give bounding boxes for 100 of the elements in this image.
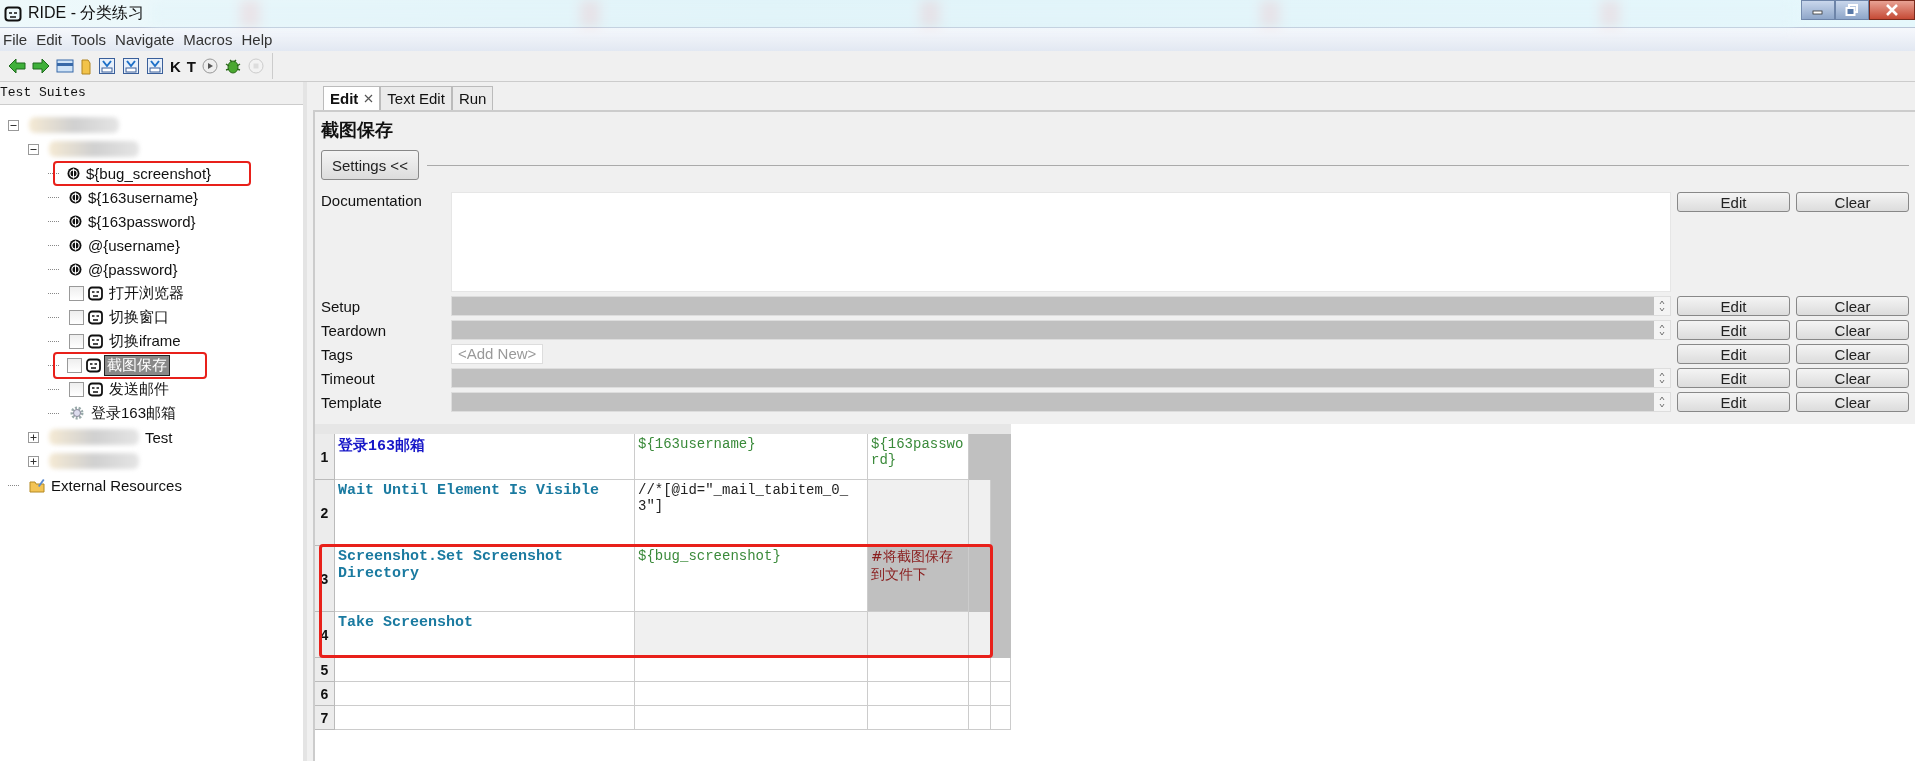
collapse-icon[interactable]	[8, 119, 19, 131]
close-icon[interactable]	[364, 94, 374, 103]
table-cell[interactable]: #将截图保存到文件下	[868, 546, 969, 612]
menu-item[interactable]: Edit	[33, 31, 69, 48]
table-cell[interactable]: //*[@id=″_mail_tabitem_0_3″]	[635, 480, 868, 546]
search-keyword-button[interactable]: T	[186, 57, 196, 75]
table-cell[interactable]	[991, 658, 1011, 682]
maximize-button[interactable]	[1835, 0, 1869, 20]
table-cell[interactable]	[635, 682, 868, 706]
tree-item[interactable]: 截图保存	[105, 355, 169, 375]
checkbox[interactable]	[69, 285, 84, 301]
folder-icon[interactable]	[80, 57, 92, 75]
table-cell[interactable]	[969, 706, 991, 730]
expand-icon[interactable]	[28, 431, 39, 443]
table-cell[interactable]	[868, 612, 969, 658]
table-cell[interactable]	[335, 658, 635, 682]
table-cell[interactable]	[635, 706, 868, 730]
table-cell[interactable]: Wait Until Element Is Visible	[335, 480, 635, 546]
checkbox[interactable]	[69, 333, 84, 349]
edit-button[interactable]: Edit	[1677, 368, 1790, 388]
checkbox[interactable]	[67, 357, 82, 373]
table-cell[interactable]	[868, 706, 969, 730]
tab[interactable]: Text Edit	[380, 86, 452, 110]
bug-icon[interactable]	[224, 57, 242, 75]
spinner-icon[interactable]	[1654, 369, 1670, 387]
expand-icon[interactable]	[28, 455, 39, 467]
tree-item[interactable]: ${163password}	[86, 212, 198, 230]
tree-item[interactable]: @{password}	[86, 260, 180, 278]
table-cell[interactable]: Screenshot.Set Screenshot Directory	[335, 546, 635, 612]
minimize-button[interactable]	[1801, 0, 1835, 20]
collapse-icon[interactable]	[28, 143, 39, 155]
spinner-icon[interactable]	[1654, 393, 1670, 411]
play-icon[interactable]	[202, 58, 218, 74]
table-cell[interactable]	[335, 682, 635, 706]
clear-button[interactable]: Clear	[1796, 296, 1909, 316]
tree-item[interactable]: Test	[143, 428, 175, 446]
tree-item[interactable]: 打开浏览器	[107, 283, 186, 303]
clear-button[interactable]: Clear	[1796, 392, 1909, 412]
edit-button[interactable]: Edit	[1677, 392, 1790, 412]
edit-button[interactable]: Edit	[1677, 296, 1790, 316]
setting-field[interactable]	[451, 368, 1671, 388]
save-icon[interactable]	[122, 57, 140, 75]
menu-item[interactable]: Navigate	[112, 31, 181, 48]
clear-button[interactable]: Clear	[1796, 320, 1909, 340]
table-cell[interactable]	[991, 706, 1011, 730]
table-cell[interactable]	[335, 706, 635, 730]
menu-item[interactable]: Tools	[68, 31, 113, 48]
tab[interactable]: Edit	[323, 86, 381, 110]
clear-button[interactable]: Clear	[1796, 344, 1909, 364]
checkbox[interactable]	[69, 381, 84, 397]
tree-item[interactable]: 发送邮件	[107, 379, 171, 399]
clear-button[interactable]: Clear	[1796, 192, 1909, 212]
forward-arrow-icon[interactable]	[32, 57, 50, 75]
setting-field[interactable]	[451, 320, 1671, 340]
edit-button[interactable]: Edit	[1677, 320, 1790, 340]
tab[interactable]: Run	[451, 86, 494, 110]
spinner-icon[interactable]	[1654, 321, 1670, 339]
close-button[interactable]	[1869, 0, 1915, 20]
save-icon[interactable]	[146, 57, 164, 75]
table-cell[interactable]	[635, 612, 868, 658]
tree-item[interactable]: 登录163邮箱	[89, 403, 179, 423]
tree-item[interactable]: 切换窗口	[107, 307, 171, 327]
edit-button[interactable]: Edit	[1677, 344, 1790, 364]
table-cell[interactable]: Take Screenshot	[335, 612, 635, 658]
checkbox[interactable]	[69, 309, 84, 325]
table-cell[interactable]	[969, 658, 991, 682]
table-cell[interactable]	[635, 658, 868, 682]
menu-item[interactable]: Macros	[180, 31, 239, 48]
table-cell[interactable]	[991, 682, 1011, 706]
table-cell[interactable]: 登录163邮箱	[335, 434, 635, 480]
edit-button[interactable]: Edit	[1677, 192, 1790, 212]
table-cell[interactable]	[969, 612, 991, 658]
save-icon[interactable]	[98, 57, 116, 75]
menu-item[interactable]: Help	[238, 31, 279, 48]
tree-item[interactable]: External Resources	[49, 476, 184, 494]
table-cell[interactable]	[969, 682, 991, 706]
menu-item[interactable]: File	[0, 31, 34, 48]
search-keyword-button[interactable]: K	[170, 57, 181, 75]
setting-field[interactable]	[451, 392, 1671, 412]
settings-toggle-button[interactable]: Settings <<	[321, 150, 419, 180]
table-cell[interactable]: ${163username}	[635, 434, 868, 480]
table-cell[interactable]	[969, 434, 991, 480]
table-cell[interactable]	[868, 658, 969, 682]
setting-field[interactable]	[451, 296, 1671, 316]
documentation-field[interactable]	[451, 192, 1671, 292]
spinner-icon[interactable]	[1654, 297, 1670, 315]
table-cell[interactable]	[991, 612, 1011, 658]
back-arrow-icon[interactable]	[8, 57, 26, 75]
table-cell[interactable]: ${163password}	[868, 434, 969, 480]
tree-item[interactable]: @{username}	[86, 236, 182, 254]
table-cell[interactable]: ${bug_screenshot}	[635, 546, 868, 612]
table-cell[interactable]	[868, 480, 969, 546]
tree-item[interactable]: 切换iframe	[107, 331, 183, 351]
tree-item[interactable]: ${bug_screenshot}	[84, 164, 214, 182]
table-cell[interactable]	[868, 682, 969, 706]
open-icon[interactable]	[56, 57, 74, 75]
clear-button[interactable]: Clear	[1796, 368, 1909, 388]
tree-item[interactable]: ${163username}	[86, 188, 201, 206]
table-cell[interactable]	[969, 480, 991, 546]
table-cell[interactable]	[969, 546, 991, 612]
